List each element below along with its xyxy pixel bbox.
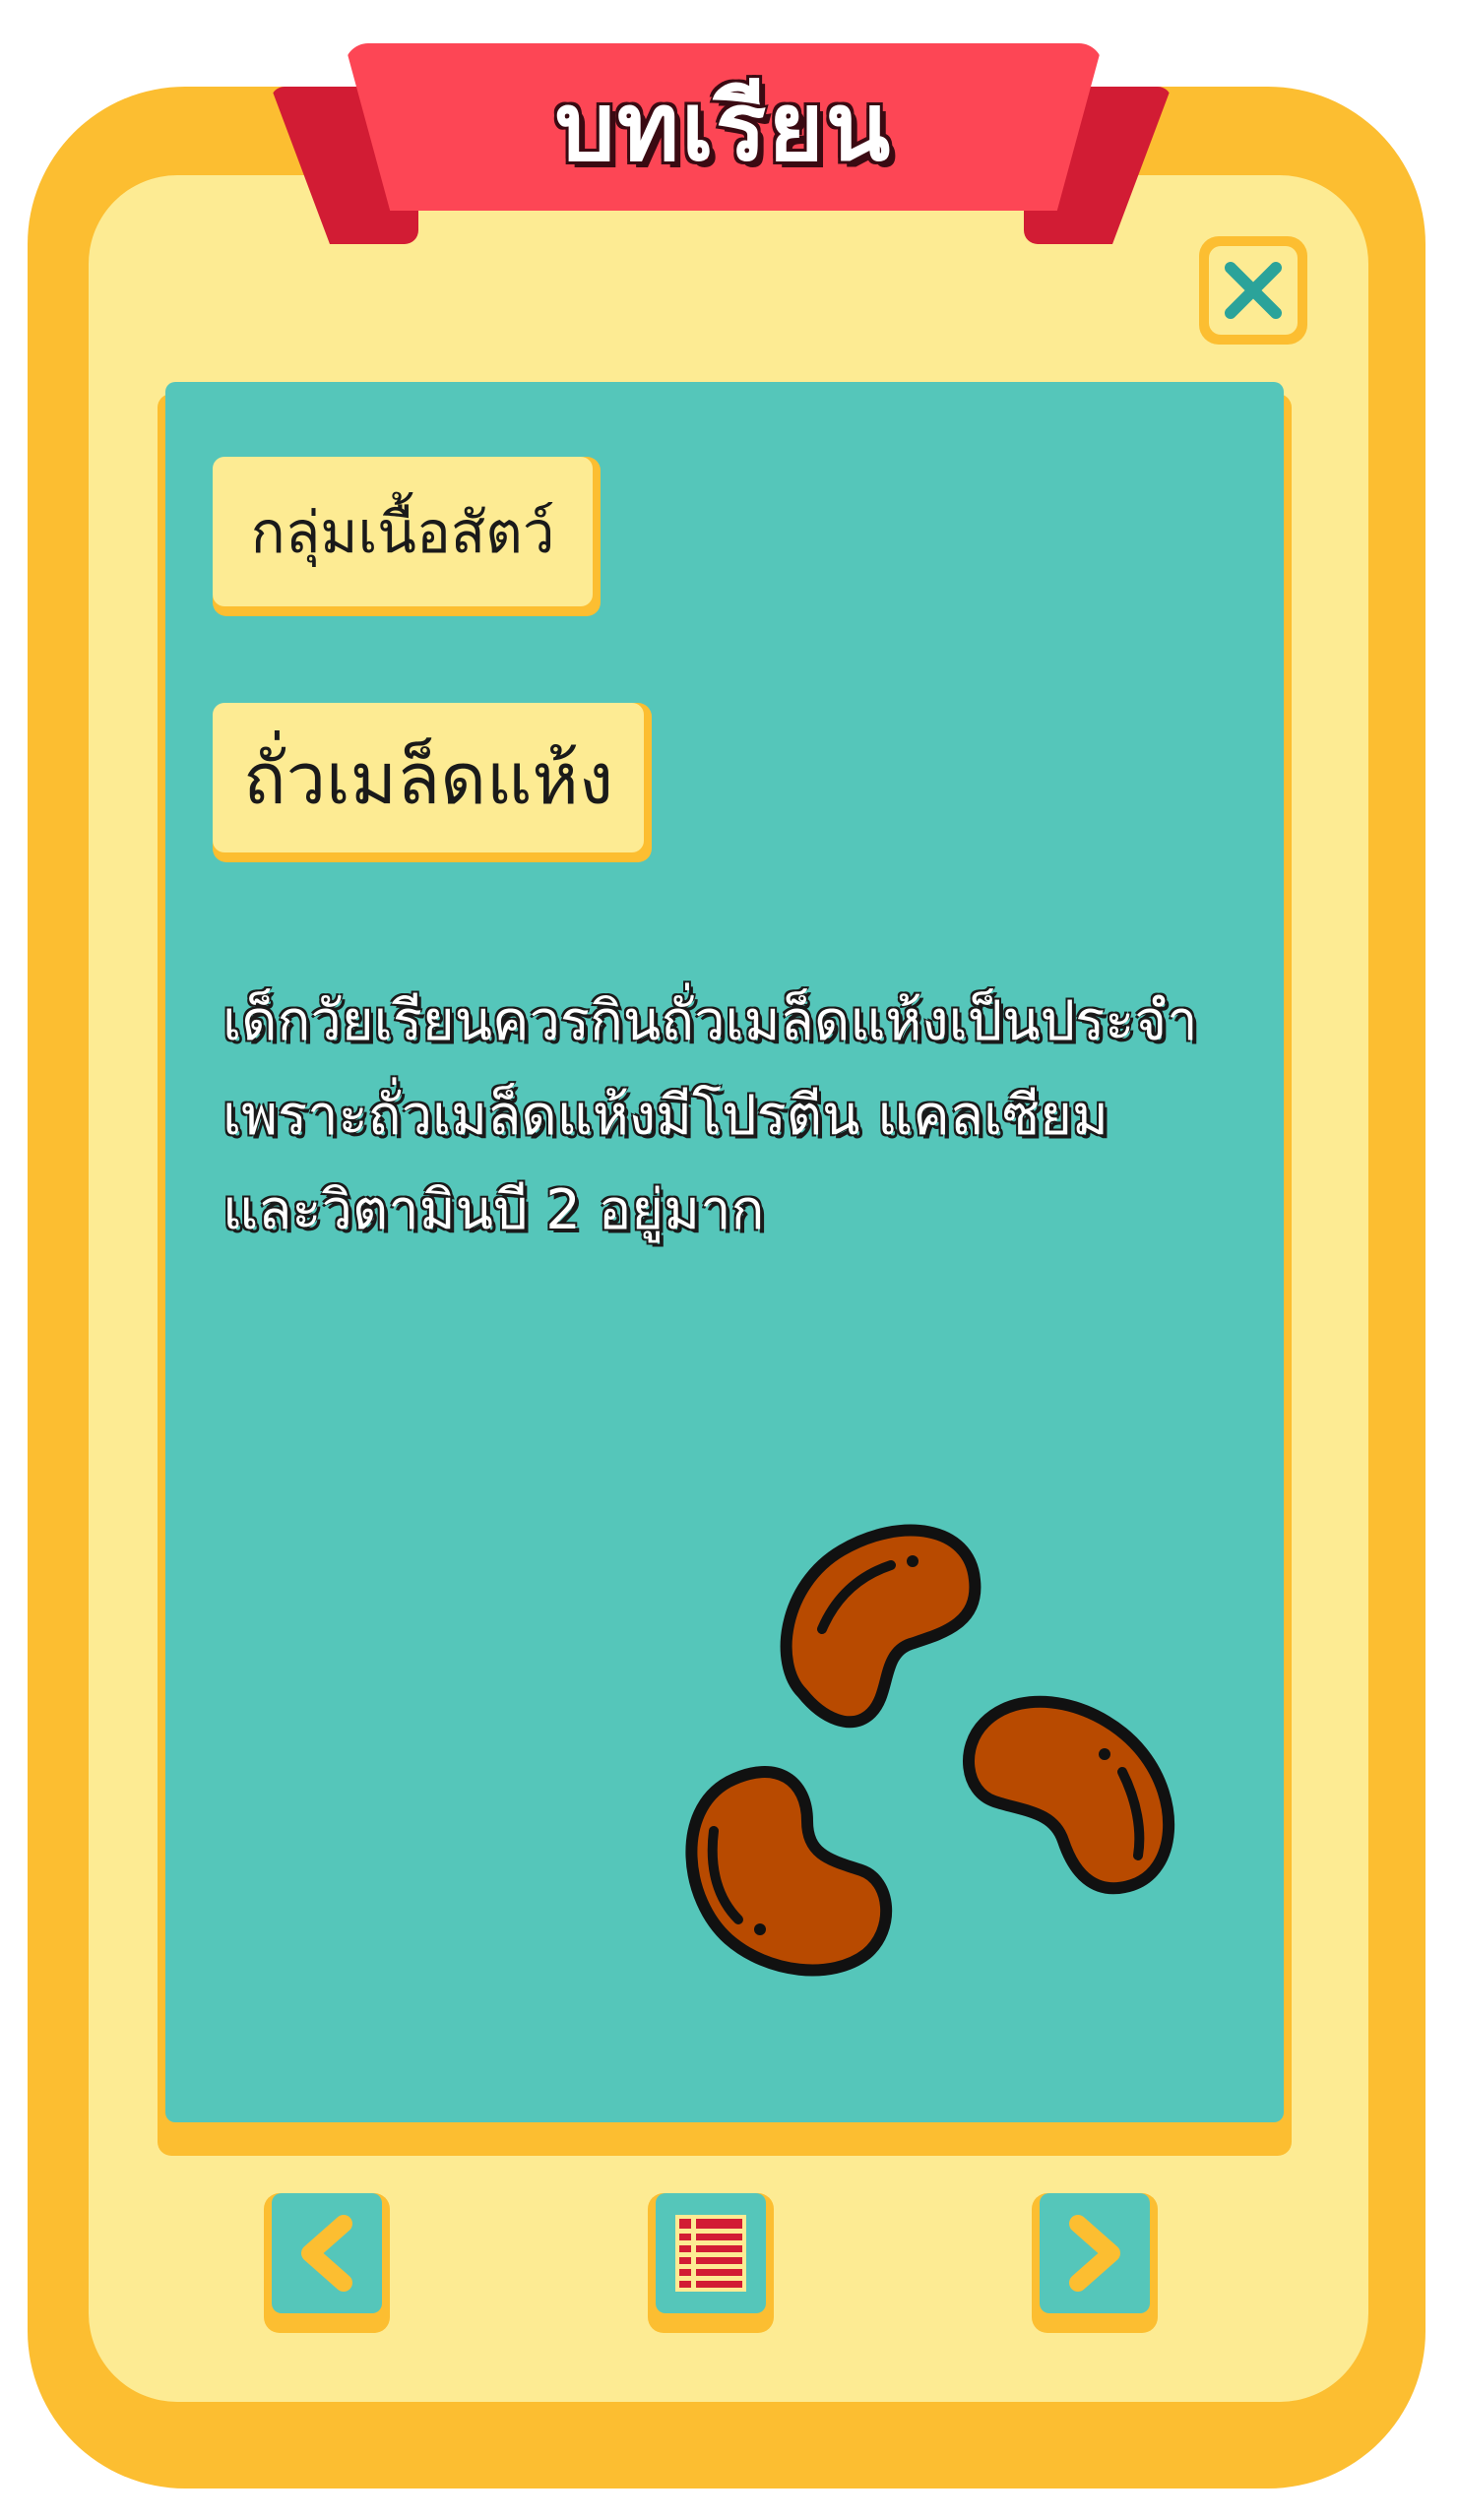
close-icon — [1225, 262, 1282, 319]
chevron-left-icon — [301, 2215, 352, 2292]
list-icon — [675, 2215, 746, 2292]
category-tag: กลุ่มเนื้อสัตว์ — [213, 457, 601, 616]
topic-tag: ถั่วเมล็ดแห้ง — [213, 703, 652, 862]
chevron-right-icon — [1069, 2215, 1120, 2292]
bean-right — [963, 1695, 1175, 1895]
bean-top — [780, 1524, 982, 1729]
lesson-description: เด็กวัยเรียนควรกินถั่วเมล็ดแห้งเป็นประจำ… — [222, 975, 1266, 1258]
kidney-beans-icon — [685, 1524, 1175, 1977]
bean-bottom — [685, 1766, 893, 1977]
next-button[interactable] — [1032, 2193, 1158, 2333]
window-title: บทเรียน — [554, 72, 893, 182]
previous-button[interactable] — [264, 2193, 390, 2333]
category-label: กลุ่มเนื้อสัตว์ — [213, 457, 593, 606]
close-button[interactable] — [1199, 236, 1307, 345]
description-line: เด็กวัยเรียนควรกินถั่วเมล็ดแห้งเป็นประจำ — [222, 989, 1198, 1053]
topic-label: ถั่วเมล็ดแห้ง — [213, 703, 644, 852]
lesson-menu-button[interactable] — [648, 2193, 774, 2333]
description-line: เพราะถั่วเมล็ดแห้งมีโปรตีน แคลเซียม — [222, 1084, 1109, 1148]
description-line: และวิตามินบี 2 อยู่มาก — [222, 1178, 765, 1242]
